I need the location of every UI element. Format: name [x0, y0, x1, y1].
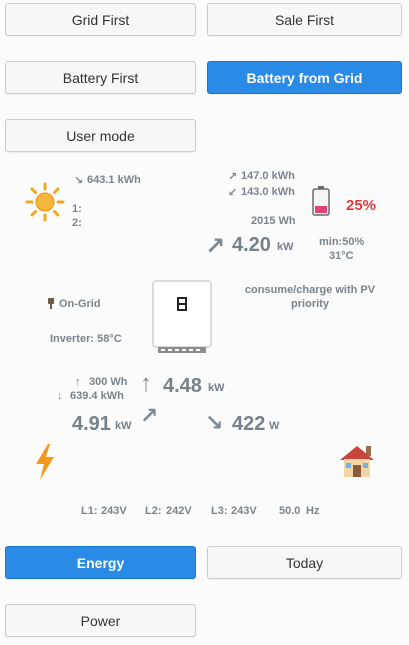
home-power-unit: W — [269, 420, 280, 432]
grid-import-energy: 300 Wh — [89, 376, 128, 388]
power-button[interactable]: Power — [5, 604, 196, 637]
battery-icon — [312, 186, 330, 216]
pv-string-1-label: 1: — [72, 203, 82, 215]
inverter-flow-unit: kW — [208, 382, 225, 394]
today-button[interactable]: Today — [207, 546, 402, 579]
battery-mode-text: consume/charge with PV priority — [244, 284, 376, 310]
phase-l2-value: 242V — [166, 505, 192, 517]
phase-l1-label: L1: — [81, 505, 98, 517]
house-icon — [340, 446, 374, 477]
battery-discharge-energy: 143.0 kWh — [241, 186, 295, 198]
home-flow-arrow: ↘ — [205, 410, 224, 435]
battery-power-unit: kW — [277, 241, 294, 253]
pv-string-2-label: 2: — [72, 217, 82, 229]
grid-import-arrow: ↑ — [75, 376, 81, 388]
battery-min-soc: min:50% — [319, 236, 365, 248]
phase-l1-value: 243V — [101, 505, 127, 517]
energy-button[interactable]: Energy — [5, 546, 196, 579]
battery-first-button[interactable]: Battery First — [5, 61, 196, 94]
sun-icon — [25, 182, 65, 222]
grid-flow-arrow: ↗ — [140, 403, 159, 428]
discharge-arrow: ↙ — [228, 187, 238, 199]
grid-power-value: 4.91 — [72, 413, 111, 435]
inverter-flow-value: 4.48 — [163, 375, 202, 397]
phase-l3-value: 243V — [231, 505, 257, 517]
battery-power-value: 4.20 — [232, 234, 271, 256]
solar-total-energy: 643.1 kWh — [87, 174, 141, 186]
inverter-device-icon — [152, 280, 212, 353]
phase-l2-label: L2: — [145, 505, 162, 517]
grid-export-energy: 639.4 kWh — [70, 390, 124, 402]
battery-soc: 25% — [346, 197, 377, 214]
battery-temperature: 31°C — [329, 250, 354, 262]
grid-frequency-unit: Hz — [306, 505, 320, 517]
sale-first-button[interactable]: Sale First — [207, 3, 402, 36]
battery-flow-arrow: ↗ — [205, 233, 226, 260]
on-grid-plug-icon — [48, 298, 54, 309]
inverter-up-arrow: ↑ — [140, 370, 152, 397]
phase-l3-label: L3: — [211, 505, 228, 517]
user-mode-button[interactable]: User mode — [5, 119, 196, 152]
grid-power-unit: kW — [115, 420, 132, 432]
lightning-icon — [36, 444, 54, 480]
solar-total-arrow: ↘ — [74, 175, 84, 187]
battery-from-grid-button[interactable]: Battery from Grid — [207, 61, 402, 94]
grid-first-button[interactable]: Grid First — [5, 3, 196, 36]
charge-arrow: ↗ — [228, 171, 238, 183]
grid-frequency-value: 50.0 — [279, 505, 301, 517]
inverter-temperature: Inverter: 58°C — [50, 333, 122, 345]
grid-export-arrow: ↓ — [57, 390, 63, 402]
home-power-value: 422 — [232, 413, 266, 435]
grid-status: On-Grid — [59, 298, 101, 310]
battery-capacity: 2015 Wh — [251, 215, 296, 227]
battery-charge-energy: 147.0 kWh — [241, 170, 295, 182]
